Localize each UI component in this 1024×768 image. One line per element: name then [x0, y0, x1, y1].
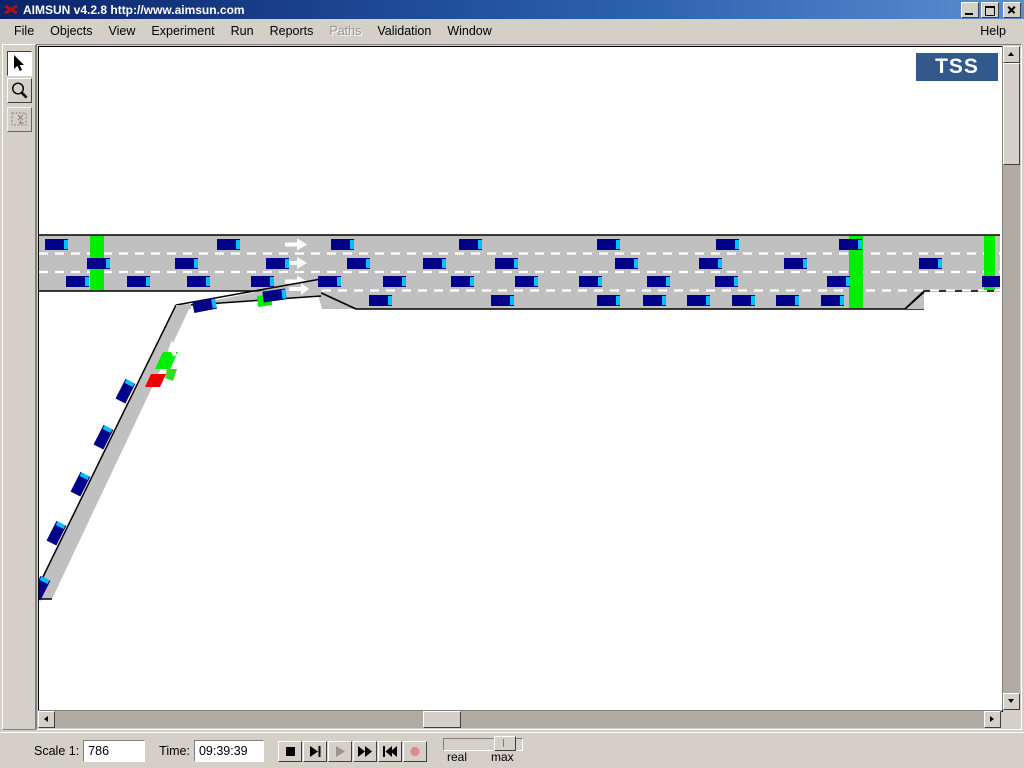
tss-logo-text: TSS — [935, 55, 979, 78]
step-button[interactable] — [302, 740, 327, 762]
window-controls — [961, 2, 1021, 18]
menu-paths: Paths — [329, 23, 362, 38]
stop-button[interactable] — [277, 740, 302, 762]
scroll-down-button[interactable] — [1003, 693, 1020, 710]
simulation-canvas[interactable]: TSS — [38, 46, 1003, 712]
scroll-right-button[interactable] — [984, 711, 1001, 728]
fast-forward-button[interactable] — [352, 740, 377, 762]
menu-window[interactable]: Window — [439, 22, 499, 40]
marquee-tool — [7, 107, 32, 132]
time-label: Time: — [159, 744, 190, 758]
vertical-scroll-thumb[interactable] — [1003, 63, 1020, 165]
on-ramp — [39, 278, 322, 600]
canvas-horizontal-scrollbar[interactable] — [38, 710, 1001, 728]
record-button[interactable] — [402, 740, 427, 762]
speed-label-real: real — [446, 750, 467, 764]
simulation-view-frame: TSS — [36, 44, 1022, 730]
menu-validation[interactable]: Validation — [369, 22, 439, 40]
menu-reports[interactable]: Reports — [262, 22, 322, 40]
network-drawing — [39, 234, 1000, 601]
fast-forward-icon — [357, 745, 372, 757]
aimsun-x-icon — [3, 2, 19, 17]
close-button[interactable] — [1003, 2, 1021, 18]
scroll-left-button[interactable] — [38, 711, 55, 728]
ramp-vehicle-1 — [192, 297, 217, 313]
ramp-green-marker — [165, 369, 177, 381]
menu-view[interactable]: View — [101, 22, 144, 40]
magnifier-icon — [11, 82, 28, 99]
transport-controls — [277, 740, 427, 762]
tool-palette — [2, 44, 36, 730]
title-bar: AIMSUN v4.2.8 http://www.aimsun.com — [0, 0, 1024, 19]
rewind-button[interactable] — [377, 740, 402, 762]
menu-experiment[interactable]: Experiment — [143, 22, 222, 40]
menu-help[interactable]: Help — [972, 22, 1014, 40]
speed-slider[interactable]: real max — [442, 736, 523, 766]
tss-logo: TSS — [916, 53, 998, 81]
arrow-cursor-icon — [14, 55, 24, 71]
menu-file[interactable]: File — [6, 22, 42, 40]
select-arrow-tool[interactable] — [7, 51, 32, 76]
window-title: AIMSUN v4.2.8 http://www.aimsun.com — [23, 2, 245, 17]
dashed-box-icon — [11, 112, 27, 126]
restore-button[interactable] — [981, 2, 999, 18]
speed-slider-thumb[interactable] — [493, 736, 516, 751]
time-display: 09:39:39 — [193, 740, 264, 762]
scale-input[interactable]: 786 — [83, 740, 146, 762]
minimize-button[interactable] — [961, 2, 979, 18]
record-circle-icon — [410, 746, 420, 756]
menu-objects[interactable]: Objects — [42, 22, 100, 40]
road-end-clip — [924, 292, 1000, 312]
skip-back-icon — [382, 745, 397, 757]
play-triangle-icon — [335, 745, 345, 757]
scrollbar-corner — [1003, 711, 1020, 728]
play-button — [327, 740, 352, 762]
client-area: TSS — [0, 42, 1024, 732]
menu-bar: File Objects View Experiment Run Reports… — [0, 19, 1024, 42]
horizontal-scroll-thumb[interactable] — [423, 711, 461, 728]
canvas-vertical-scrollbar[interactable] — [1002, 46, 1020, 710]
scroll-up-button[interactable] — [1003, 46, 1020, 63]
scale-label: Scale 1: — [34, 744, 80, 758]
menu-run[interactable]: Run — [223, 22, 262, 40]
zoom-tool[interactable] — [7, 78, 32, 103]
speed-label-max: max — [490, 750, 514, 764]
stop-square-icon — [285, 746, 295, 756]
aimsun-application-window: AIMSUN v4.2.8 http://www.aimsun.com File… — [0, 0, 1024, 768]
status-bar: Scale 1: 786 Time: 09:39:39 real max — [0, 732, 1024, 768]
step-forward-icon — [309, 745, 321, 757]
